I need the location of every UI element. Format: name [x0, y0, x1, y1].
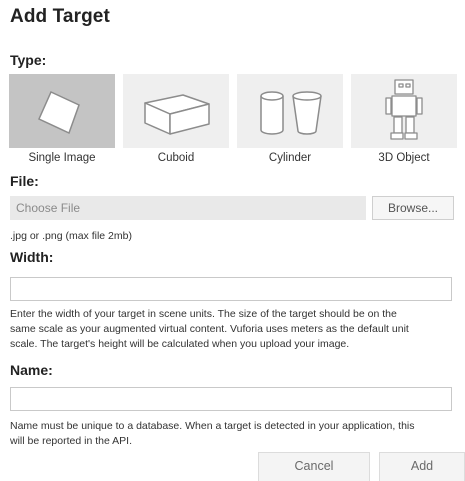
cylinder-icon — [260, 91, 322, 135]
dialog-footer: Cancel Add — [0, 452, 465, 481]
type-option-label: 3D Object — [378, 152, 430, 164]
name-help-line: will be reported in the API. — [10, 435, 132, 447]
file-hint: .jpg or .png (max file 2mb) — [10, 230, 132, 242]
browse-button[interactable]: Browse... — [372, 196, 454, 220]
width-label: Width: — [10, 249, 54, 265]
name-help-line: Name must be unique to a database. When … — [10, 420, 415, 432]
type-option-label: Single Image — [28, 152, 96, 164]
name-input[interactable] — [10, 387, 452, 411]
cancel-button[interactable]: Cancel — [258, 452, 370, 481]
width-help-line: same scale as your augmented virtual con… — [10, 323, 409, 335]
width-help-text: Enter the width of your target in scene … — [10, 307, 409, 352]
name-help-text: Name must be unique to a database. When … — [10, 419, 415, 449]
single-image-icon — [38, 90, 80, 135]
type-option-single-image[interactable] — [9, 74, 115, 148]
cuboid-icon — [144, 94, 210, 135]
choose-file-input[interactable]: Choose File — [10, 196, 366, 220]
target-type-options: Single Image Cuboid Cylinder 3D Object — [9, 74, 461, 166]
3d-object-icon — [385, 79, 423, 140]
type-option-label: Cuboid — [157, 152, 195, 164]
type-label: Type: — [10, 52, 47, 68]
width-help-line: scale. The target's height will be calcu… — [10, 338, 350, 350]
name-label: Name: — [10, 362, 53, 378]
width-help-line: Enter the width of your target in scene … — [10, 308, 397, 320]
file-label: File: — [10, 173, 39, 189]
type-option-3d-object[interactable] — [351, 74, 457, 148]
type-option-label: Cylinder — [268, 152, 312, 164]
dialog-title: Add Target — [10, 6, 110, 27]
type-option-cylinder[interactable] — [237, 74, 343, 148]
width-input[interactable] — [10, 277, 452, 301]
type-option-cuboid[interactable] — [123, 74, 229, 148]
add-button[interactable]: Add — [379, 452, 465, 481]
